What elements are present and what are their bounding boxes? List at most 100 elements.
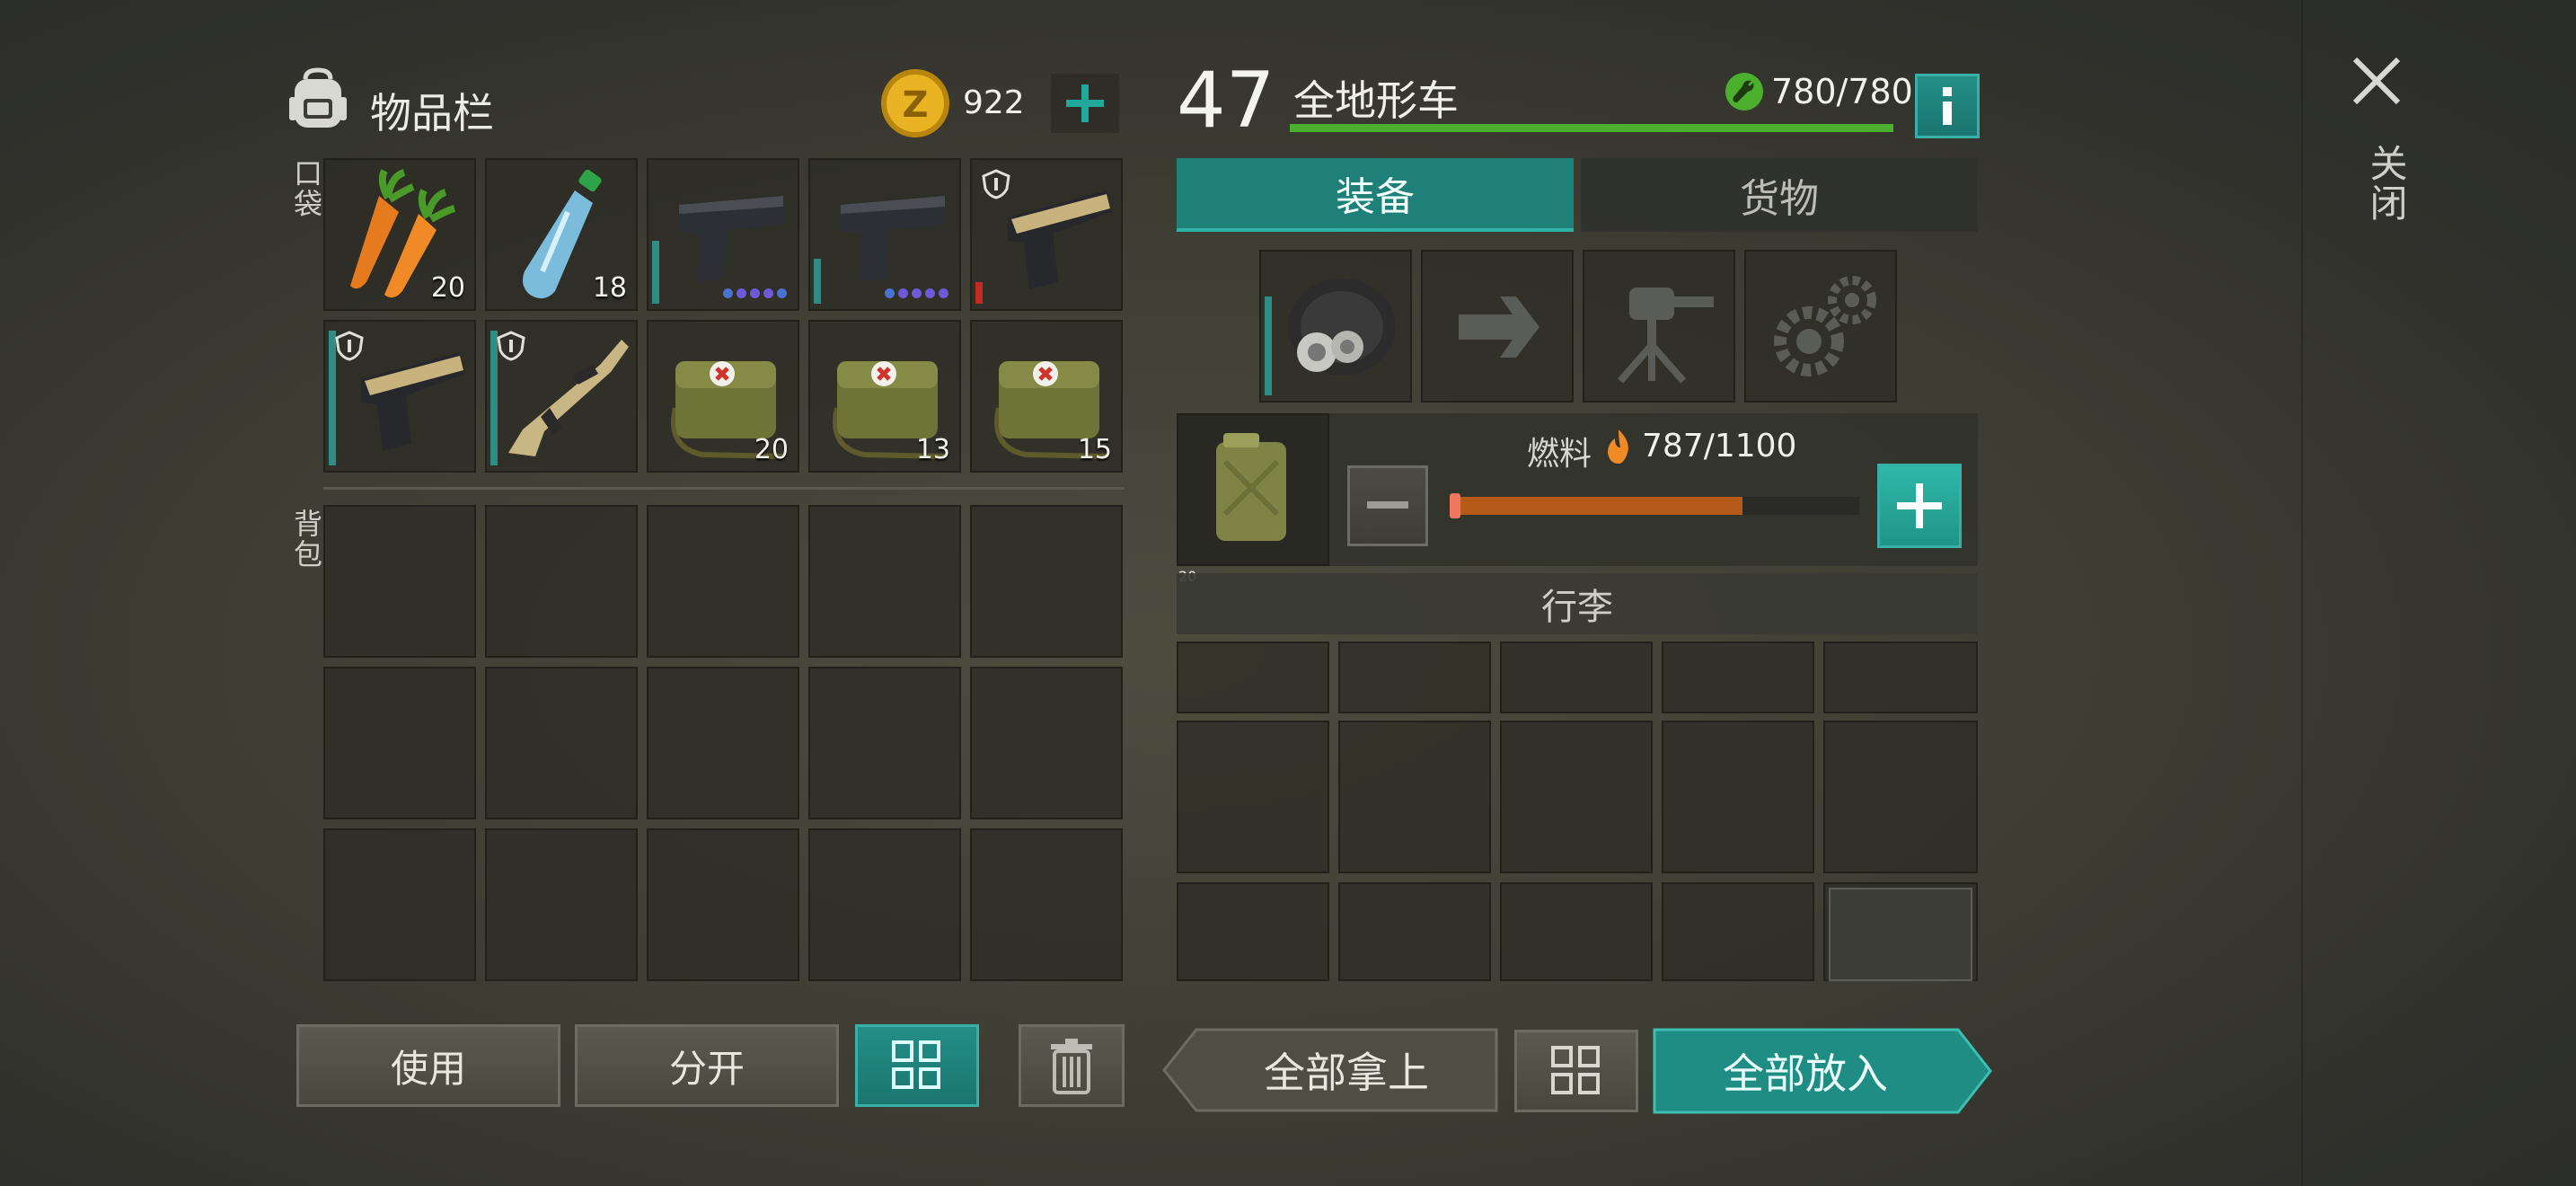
pocket-slot-pistol-1[interactable] [647, 158, 799, 311]
pistol-icon [841, 196, 947, 282]
backpack-slot[interactable] [647, 667, 799, 819]
pocket-slot-carrot[interactable]: 20 [323, 158, 476, 311]
grid-icon [1551, 1046, 1600, 1094]
trash-button[interactable] [1019, 1024, 1125, 1107]
tab-equipment[interactable]: 装备 [1177, 158, 1574, 232]
item-quantity: 20 [430, 272, 465, 304]
equipment-slot-turret[interactable] [1583, 250, 1735, 403]
close-icon [2352, 57, 2401, 105]
luggage-slot[interactable] [1823, 642, 1978, 713]
upgrade-dots [723, 288, 787, 298]
luggage-slot[interactable] [1662, 642, 1814, 713]
pocket-slot-pistol-2[interactable] [808, 158, 961, 311]
take-all-label: 全部拿上 [1264, 1049, 1429, 1097]
luggage-slot[interactable] [1500, 721, 1653, 873]
luggage-slot[interactable] [1500, 882, 1653, 981]
fuel-slider-handle[interactable] [1450, 493, 1460, 518]
pocket-slot-medbag-1[interactable]: 20 [647, 320, 799, 473]
durability-value: 780/780 [1771, 72, 1913, 111]
luggage-slot[interactable] [1177, 642, 1329, 713]
backpack-slot[interactable] [808, 505, 961, 658]
fuel-label: 燃料 [1527, 436, 1592, 473]
luggage-slot[interactable] [1500, 642, 1653, 713]
jerrycan-icon [1216, 433, 1286, 541]
fuel-plus-button[interactable] [1877, 464, 1962, 548]
fuel-value: 787/1100 [1642, 428, 1797, 465]
luggage-slot[interactable] [1662, 721, 1814, 873]
fuel-slider-fill [1450, 497, 1743, 515]
vehicle-grid-button[interactable] [1514, 1030, 1638, 1112]
pocket-slot-desert-pistol-1[interactable] [970, 158, 1123, 311]
luggage-slot[interactable] [1662, 882, 1814, 981]
backpack-icon [286, 66, 350, 131]
grid-icon [892, 1040, 940, 1089]
divider [323, 487, 1125, 490]
equipment-slot-arrow[interactable] [1421, 250, 1574, 403]
backpack-slot[interactable] [485, 505, 638, 658]
pocket-label: 口袋 [289, 158, 323, 219]
equipment-slot-tracks[interactable] [1259, 250, 1412, 403]
durability-bar-track [1290, 124, 1893, 132]
use-button[interactable]: 使用 [296, 1024, 560, 1107]
fuel-can-slot[interactable]: 20 [1177, 413, 1329, 585]
fire-icon [1604, 428, 1633, 465]
backpack-slot[interactable] [808, 667, 961, 819]
plus-icon [1066, 84, 1104, 122]
equipment-slot-gears[interactable] [1744, 250, 1897, 403]
plus-icon [1897, 483, 1942, 528]
backpack-slot[interactable] [808, 828, 961, 981]
locked-slot-overlay [1829, 888, 1972, 981]
luggage-slot[interactable] [1338, 882, 1491, 981]
pocket-slot-medbag-3[interactable]: 15 [970, 320, 1123, 473]
pocket-slot-medbag-2[interactable]: 13 [808, 320, 961, 473]
item-quantity: 20 [754, 434, 789, 465]
inventory-title: 物品栏 [370, 89, 494, 137]
put-all-label: 全部放入 [1723, 1049, 1888, 1098]
item-quantity: 15 [1077, 434, 1112, 465]
info-icon [1943, 87, 1952, 125]
shield-icon [335, 331, 364, 361]
split-button[interactable]: 分开 [575, 1024, 839, 1107]
luggage-header: 行李 [1177, 573, 1978, 634]
backpack-slot[interactable] [323, 828, 476, 981]
luggage-slot[interactable] [1338, 642, 1491, 713]
svg-text:Z: Z [902, 84, 928, 126]
take-all-button[interactable]: 全部拿上 [1162, 1028, 1500, 1112]
vehicle-level: 47 [1177, 56, 1275, 146]
item-quantity: 13 [915, 434, 950, 465]
trash-icon [1051, 1039, 1092, 1094]
backpack-slot[interactable] [485, 828, 638, 981]
add-coins-button[interactable] [1051, 74, 1119, 133]
luggage-slot[interactable] [1338, 721, 1491, 873]
fuel-slider-track[interactable] [1450, 493, 1859, 518]
backpack-slot[interactable] [485, 667, 638, 819]
backpack-slot[interactable] [970, 667, 1123, 819]
backpack-slot[interactable] [323, 505, 476, 658]
backpack-slot[interactable] [323, 667, 476, 819]
luggage-slot[interactable] [1177, 721, 1329, 873]
item-quantity: 18 [592, 272, 627, 304]
backpack-slot[interactable] [970, 505, 1123, 658]
close-button[interactable]: 关闭 [2339, 45, 2414, 243]
wrench-icon [1725, 72, 1764, 111]
turret-icon [1617, 288, 1714, 384]
luggage-slot[interactable] [1823, 721, 1978, 873]
sort-grid-button[interactable] [855, 1024, 979, 1107]
backpack-label: 背包 [289, 509, 323, 570]
fuel-minus-button[interactable] [1347, 465, 1428, 546]
arrow-right-icon [1459, 296, 1539, 358]
pocket-slot-water[interactable]: 18 [485, 158, 638, 311]
luggage-slot[interactable] [1177, 882, 1329, 981]
backpack-slot[interactable] [647, 505, 799, 658]
pocket-slot-desert-pistol-2[interactable] [323, 320, 476, 473]
info-button[interactable] [1915, 74, 1980, 138]
backpack-slot[interactable] [970, 828, 1123, 981]
pistol-icon [679, 196, 785, 282]
put-all-button[interactable]: 全部放入 [1653, 1028, 1994, 1114]
coin-count: 922 [963, 84, 1025, 121]
pocket-slot-rifle[interactable] [485, 320, 638, 473]
tab-cargo[interactable]: 货物 [1581, 158, 1978, 232]
minus-icon [1367, 501, 1408, 509]
close-label: 关闭 [2364, 144, 2408, 223]
backpack-slot[interactable] [647, 828, 799, 981]
